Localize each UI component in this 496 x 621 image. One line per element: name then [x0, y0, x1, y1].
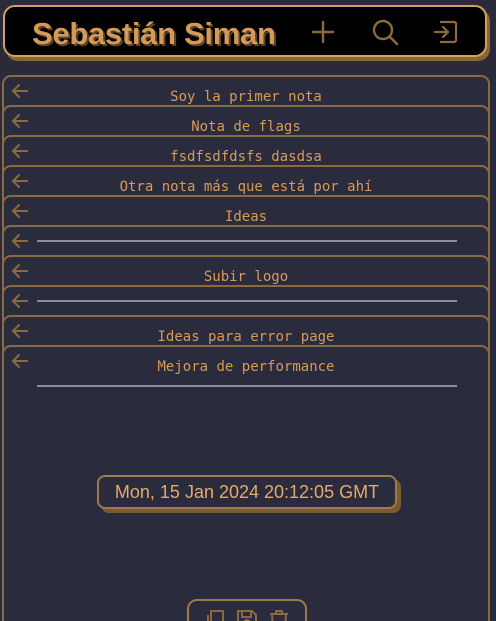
arrow-left-icon: [12, 234, 28, 248]
note-card-expanded[interactable]: Mejora de performance Mon, 15 Jan 2024 20…: [2, 345, 490, 621]
note-title[interactable]: fsdfsdfdsfs dasdsa: [4, 149, 488, 165]
copy-button[interactable]: [202, 607, 228, 621]
copy-icon: [207, 610, 224, 621]
arrow-left-icon: [12, 294, 28, 308]
note-title[interactable]: Otra nota más que está por ahí: [4, 179, 488, 195]
note-title-input[interactable]: [37, 239, 457, 242]
plus-icon: [311, 20, 335, 44]
logout-button[interactable]: [430, 16, 462, 48]
app-header: Sebastián Siman: [3, 5, 487, 57]
note-title[interactable]: Subir logo: [4, 269, 488, 285]
note-title[interactable]: Ideas: [4, 209, 488, 225]
delete-button[interactable]: [266, 607, 292, 621]
save-icon: [237, 610, 257, 621]
note-toolbar: [187, 599, 307, 621]
page-title: Sebastián Siman: [32, 16, 276, 51]
search-button[interactable]: [369, 16, 401, 48]
note-date-badge: Mon, 15 Jan 2024 20:12:05 GMT: [97, 475, 397, 509]
add-note-button[interactable]: [307, 16, 339, 48]
back-button[interactable]: [10, 231, 30, 251]
note-title-input[interactable]: [37, 299, 457, 302]
note-title[interactable]: Soy la primer nota: [4, 89, 488, 105]
delete-icon: [270, 610, 288, 621]
logout-icon: [433, 20, 458, 44]
note-body-divider: [37, 373, 457, 387]
save-button[interactable]: [234, 607, 260, 621]
back-button[interactable]: [10, 291, 30, 311]
note-title[interactable]: Nota de flags: [4, 119, 488, 135]
search-icon: [372, 19, 399, 46]
note-title[interactable]: Ideas para error page: [4, 329, 488, 345]
